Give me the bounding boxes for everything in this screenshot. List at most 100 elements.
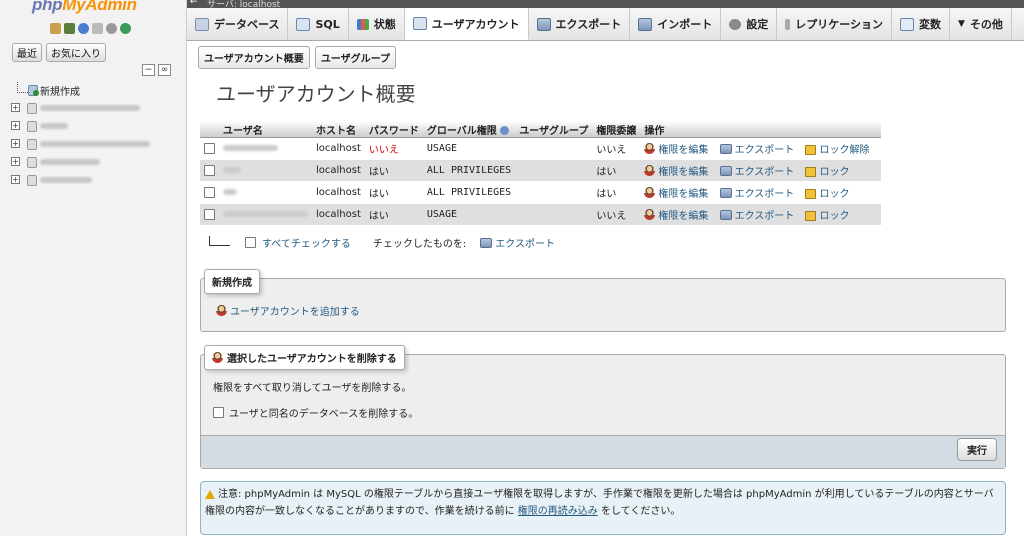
col-password[interactable]: パスワード: [364, 121, 423, 138]
help-icon[interactable]: [78, 23, 89, 34]
sidebar-shortcut-icons: [50, 23, 131, 34]
database-icon: [27, 139, 37, 150]
tree-database-item[interactable]: +: [8, 118, 184, 136]
lock-icon: [805, 166, 817, 177]
tab-replication[interactable]: レプリケーション: [777, 8, 892, 40]
lock-link[interactable]: ロック: [805, 163, 849, 178]
unlock-icon: [805, 144, 817, 155]
delete-users-legend: 選択したユーザアカウントを削除する: [204, 345, 405, 370]
phpmyadmin-logo[interactable]: phpMyAdmin: [32, 0, 137, 15]
server-breadcrumb-bar: ← サーバ: localhost: [187, 0, 1024, 8]
host-cell: localhost: [312, 181, 365, 204]
privileges-notice: 注意: phpMyAdmin は MySQL の権限テーブルから直接ユーザ権限を…: [200, 481, 1006, 535]
tab-status[interactable]: 状態: [349, 8, 405, 40]
grant-cell: いいえ: [592, 203, 641, 226]
col-user-group[interactable]: ユーザグループ: [515, 121, 593, 138]
row-checkbox[interactable]: [204, 208, 215, 220]
col-host[interactable]: ホスト名: [312, 121, 365, 138]
recent-button[interactable]: 最近: [12, 43, 42, 62]
grant-cell: はい: [592, 181, 641, 204]
col-username[interactable]: ユーザ名: [219, 121, 312, 138]
settings-icon: [729, 18, 742, 30]
expand-icon[interactable]: +: [11, 175, 20, 184]
subtab-user-groups[interactable]: ユーザグループ: [314, 46, 397, 69]
actions-cell: 権限を編集 エクスポート ロック解除: [640, 137, 882, 160]
expand-icon[interactable]: +: [11, 103, 20, 112]
reload-icon[interactable]: [120, 23, 131, 34]
tree-database-item[interactable]: +: [8, 172, 184, 190]
tree-new-database[interactable]: 新規作成: [8, 82, 184, 100]
export-link[interactable]: エクスポート: [719, 141, 794, 156]
link-icon[interactable]: ∞: [158, 64, 171, 76]
edit-privileges-link[interactable]: 権限を編集: [644, 163, 708, 178]
lock-link[interactable]: ロック: [805, 185, 849, 200]
row-checkbox[interactable]: [204, 164, 215, 176]
check-all-link[interactable]: すべてチェックする: [262, 235, 351, 250]
user-group-cell: [515, 181, 593, 204]
go-button[interactable]: 実行: [957, 438, 997, 461]
tab-sql[interactable]: SQL: [288, 8, 349, 40]
edit-privileges-link[interactable]: 権限を編集: [644, 141, 708, 156]
gear-icon[interactable]: [106, 23, 117, 34]
export-icon: [536, 17, 551, 31]
home-icon[interactable]: [50, 23, 61, 34]
unlock-link[interactable]: ロック解除: [805, 141, 869, 156]
server-breadcrumb[interactable]: サーバ: localhost: [207, 0, 280, 8]
status-icon: [356, 18, 369, 30]
export-icon: [719, 187, 732, 198]
database-icon: [27, 103, 37, 114]
col-global-privileges[interactable]: グローバル権限: [422, 121, 516, 138]
reload-privileges-link[interactable]: 権限の再読み込み: [518, 506, 598, 517]
delete-user-icon: [212, 352, 223, 363]
row-checkbox[interactable]: [204, 186, 215, 198]
selection-arrow-icon: [209, 235, 230, 246]
tree-database-item[interactable]: +: [8, 154, 184, 172]
tab-user-accounts[interactable]: ユーザアカウント: [404, 8, 529, 40]
edit-user-icon: [644, 208, 656, 220]
user-group-cell: [515, 159, 593, 182]
tab-more[interactable]: ▼ その他: [950, 8, 1012, 40]
subtab-user-overview[interactable]: ユーザアカウント概要: [198, 46, 310, 69]
grant-cell: いいえ: [592, 137, 641, 160]
main-tabs: データベース SQL 状態 ユーザアカウント エクスポート インポート 設定 レ…: [187, 8, 1024, 41]
tree-database-item[interactable]: +: [8, 100, 184, 118]
edit-privileges-link[interactable]: 権限を編集: [644, 207, 708, 222]
export-link[interactable]: エクスポート: [719, 185, 794, 200]
favorites-button[interactable]: お気に入り: [46, 43, 106, 62]
row-checkbox[interactable]: [204, 142, 215, 154]
col-grant[interactable]: 権限委譲: [592, 121, 641, 138]
back-arrow-icon[interactable]: ←: [190, 0, 198, 7]
tree-database-item[interactable]: +: [8, 136, 184, 154]
with-selected-label: チェックしたものを:: [372, 239, 467, 250]
database-tree: 新規作成 + + + + +: [8, 82, 184, 190]
collapse-all-icon[interactable]: −: [142, 64, 155, 76]
grant-cell: はい: [592, 159, 641, 182]
expand-icon[interactable]: +: [11, 157, 20, 166]
lock-icon: [805, 210, 817, 221]
bulk-export-link[interactable]: エクスポート: [480, 235, 555, 250]
tab-settings[interactable]: 設定: [721, 8, 778, 40]
docs-icon[interactable]: [92, 23, 103, 34]
privileges-cell: ALL PRIVILEGES: [422, 159, 516, 182]
export-link[interactable]: エクスポート: [719, 163, 794, 178]
expand-icon[interactable]: +: [11, 139, 20, 148]
tab-variables[interactable]: 変数: [892, 8, 950, 40]
check-all-checkbox[interactable]: [245, 237, 256, 248]
export-link[interactable]: エクスポート: [719, 207, 794, 222]
password-cell: はい: [364, 203, 423, 226]
drop-db-option[interactable]: ユーザと同名のデータベースを削除する。: [213, 405, 418, 420]
expand-icon[interactable]: +: [11, 121, 20, 130]
privileges-cell: USAGE: [422, 203, 516, 226]
lock-link[interactable]: ロック: [805, 207, 849, 222]
help-icon[interactable]: [500, 126, 510, 135]
chevron-down-icon: ▼: [957, 19, 965, 29]
variables-icon: [899, 17, 914, 31]
edit-privileges-link[interactable]: 権限を編集: [644, 185, 708, 200]
add-user-link[interactable]: ユーザアカウントを追加する: [216, 303, 360, 318]
add-user-icon: [216, 305, 227, 316]
logout-icon[interactable]: [64, 23, 75, 34]
tab-import[interactable]: インポート: [630, 8, 722, 40]
tab-databases[interactable]: データベース: [187, 8, 289, 40]
drop-db-checkbox[interactable]: [213, 407, 224, 418]
tab-export[interactable]: エクスポート: [529, 8, 631, 40]
